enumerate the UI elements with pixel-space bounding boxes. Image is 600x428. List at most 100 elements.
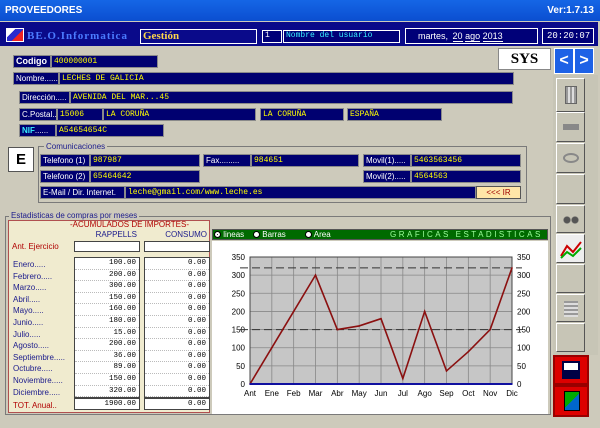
direccion-field[interactable]: AVENIDA DEL MAR...45: [70, 91, 513, 104]
acumulados-title: -ACUMULADOS DE IMPORTES-: [70, 220, 189, 229]
ir-button[interactable]: <<< IR: [476, 186, 521, 199]
x-tick-label: Nov: [483, 389, 497, 398]
y-tick-label-left: 300: [232, 271, 246, 280]
data-point: [292, 383, 295, 385]
rappells-cell[interactable]: 150.00: [75, 293, 139, 305]
tool-button-1[interactable]: [556, 264, 585, 293]
import-button[interactable]: [556, 112, 585, 142]
radio-area-icon: [305, 231, 312, 238]
month-label: Enero.....: [13, 260, 46, 269]
poblacion-field[interactable]: LA CORUÑA: [103, 108, 256, 121]
movil2-label-text: Movil(2): [366, 172, 395, 181]
comunicaciones-title: Comunicaciones: [44, 142, 108, 151]
stats-chart: 0 050 50100 100150 150200 200250 250300 300350 3…: [212, 241, 548, 414]
pais-field[interactable]: ESPAÑA: [347, 108, 442, 121]
consumo-cell[interactable]: 0.00: [145, 328, 209, 340]
consumo-cell[interactable]: 0.00: [145, 316, 209, 328]
rappells-cell[interactable]: 100.00: [75, 258, 139, 270]
chart-button[interactable]: [556, 234, 585, 263]
consumo-cell[interactable]: 0.00: [145, 362, 209, 374]
movil1-label: Movil(1).....: [363, 154, 411, 167]
x-tick-label: Ant: [244, 389, 257, 398]
user-number: 1: [262, 30, 282, 43]
trash-icon: [565, 86, 577, 104]
movil2-field[interactable]: 4564563: [411, 170, 521, 183]
nif-label-text: NIF: [22, 126, 35, 135]
rappells-cell[interactable]: 150.00: [75, 374, 139, 386]
month-label: Diciembre.....: [13, 387, 61, 397]
data-point: [336, 328, 339, 331]
data-point: [511, 383, 513, 385]
option-barras-label: Barras: [262, 230, 286, 239]
consumo-column: 0.00 0.00 0.00 0.00 0.00 0.00 0.00 0.00 0.00 0.00…: [144, 257, 210, 398]
option-barras[interactable]: Barras: [253, 230, 286, 239]
blank-button[interactable]: [556, 174, 585, 204]
rappells-cell[interactable]: 200.00: [75, 270, 139, 282]
next-record-button[interactable]: >: [574, 48, 594, 74]
exit-button[interactable]: [553, 385, 589, 417]
delete-button[interactable]: [556, 78, 585, 112]
x-tick-label: Feb: [287, 389, 301, 398]
list-button[interactable]: [556, 294, 585, 322]
data-point: [423, 383, 426, 385]
x-tick-label: Abr: [331, 389, 344, 398]
ant-consumo-field[interactable]: [144, 241, 210, 252]
date-box: martes, 20 ago 2013: [405, 28, 538, 44]
movil1-label-text: Movil(1): [366, 156, 395, 165]
rappells-cell[interactable]: 320.00: [75, 386, 139, 398]
rappells-cell[interactable]: 300.00: [75, 281, 139, 293]
data-point: [271, 383, 273, 385]
x-tick-label: Oct: [462, 389, 475, 398]
consumo-cell[interactable]: 0.00: [145, 304, 209, 316]
tool-button-2[interactable]: [556, 323, 585, 352]
option-area[interactable]: Area: [305, 230, 331, 239]
rappells-cell[interactable]: 180.00: [75, 316, 139, 328]
rappells-cell[interactable]: 89.00: [75, 362, 139, 374]
nombre-field[interactable]: LECHES DE GALICIA: [59, 72, 514, 85]
company-name: BE.O.Informatica: [27, 30, 128, 42]
search-button[interactable]: [556, 205, 585, 233]
movil1-field[interactable]: 5463563456: [411, 154, 521, 167]
consumo-cell[interactable]: 0.00: [145, 270, 209, 282]
cpostal-field[interactable]: 15006: [57, 108, 103, 121]
sys-button[interactable]: SYS: [498, 48, 551, 70]
exit-door-icon: [564, 391, 580, 411]
data-point: [445, 370, 448, 372]
consumo-cell[interactable]: 0.00: [145, 374, 209, 386]
view-button[interactable]: [556, 143, 585, 173]
list-icon: [564, 301, 578, 317]
date-year: 2013: [482, 31, 503, 42]
rappells-cell[interactable]: 200.00: [75, 339, 139, 351]
prev-record-button[interactable]: <: [554, 48, 574, 74]
telefono1-field[interactable]: 987987: [90, 154, 200, 167]
provincia-field[interactable]: LA CORUÑA: [260, 108, 344, 121]
consumo-cell[interactable]: 0.00: [145, 258, 209, 270]
version-label: Ver:1.7.13: [547, 5, 594, 16]
x-tick-label: May: [352, 389, 367, 398]
consumo-cell[interactable]: 0.00: [145, 351, 209, 363]
y-tick-label-right: 350: [517, 253, 531, 262]
rappells-cell[interactable]: 36.00: [75, 351, 139, 363]
data-point: [358, 383, 360, 385]
consumo-cell[interactable]: 0.00: [145, 281, 209, 293]
y-tick-label-left: 50: [236, 362, 245, 371]
nif-field[interactable]: A54654654C: [56, 124, 164, 137]
email-label-text: E-Mail / Dir. Internet: [43, 188, 114, 197]
ant-rappells-field[interactable]: [74, 241, 140, 252]
consumo-cell[interactable]: 0.00: [145, 293, 209, 305]
rappells-cell[interactable]: 160.00: [75, 304, 139, 316]
e-button[interactable]: E: [8, 147, 34, 172]
rappells-cell[interactable]: 15.00: [75, 328, 139, 340]
fax-field[interactable]: 984651: [251, 154, 359, 167]
consumo-cell[interactable]: 0.00: [145, 339, 209, 351]
codigo-field[interactable]: 400000001: [51, 55, 158, 68]
data-point: [402, 377, 404, 380]
y-tick-label-right: 200: [517, 307, 531, 316]
save-button[interactable]: [553, 355, 589, 385]
consumo-cell[interactable]: 0.00: [145, 386, 209, 398]
option-lineas[interactable]: lineas: [214, 230, 244, 239]
telefono2-field[interactable]: 65464642: [90, 170, 200, 183]
x-tick-label: Mar: [309, 389, 323, 398]
month-label: Junio.....: [13, 317, 44, 327]
email-field[interactable]: leche@gmail.com/www.leche.es: [125, 186, 476, 199]
